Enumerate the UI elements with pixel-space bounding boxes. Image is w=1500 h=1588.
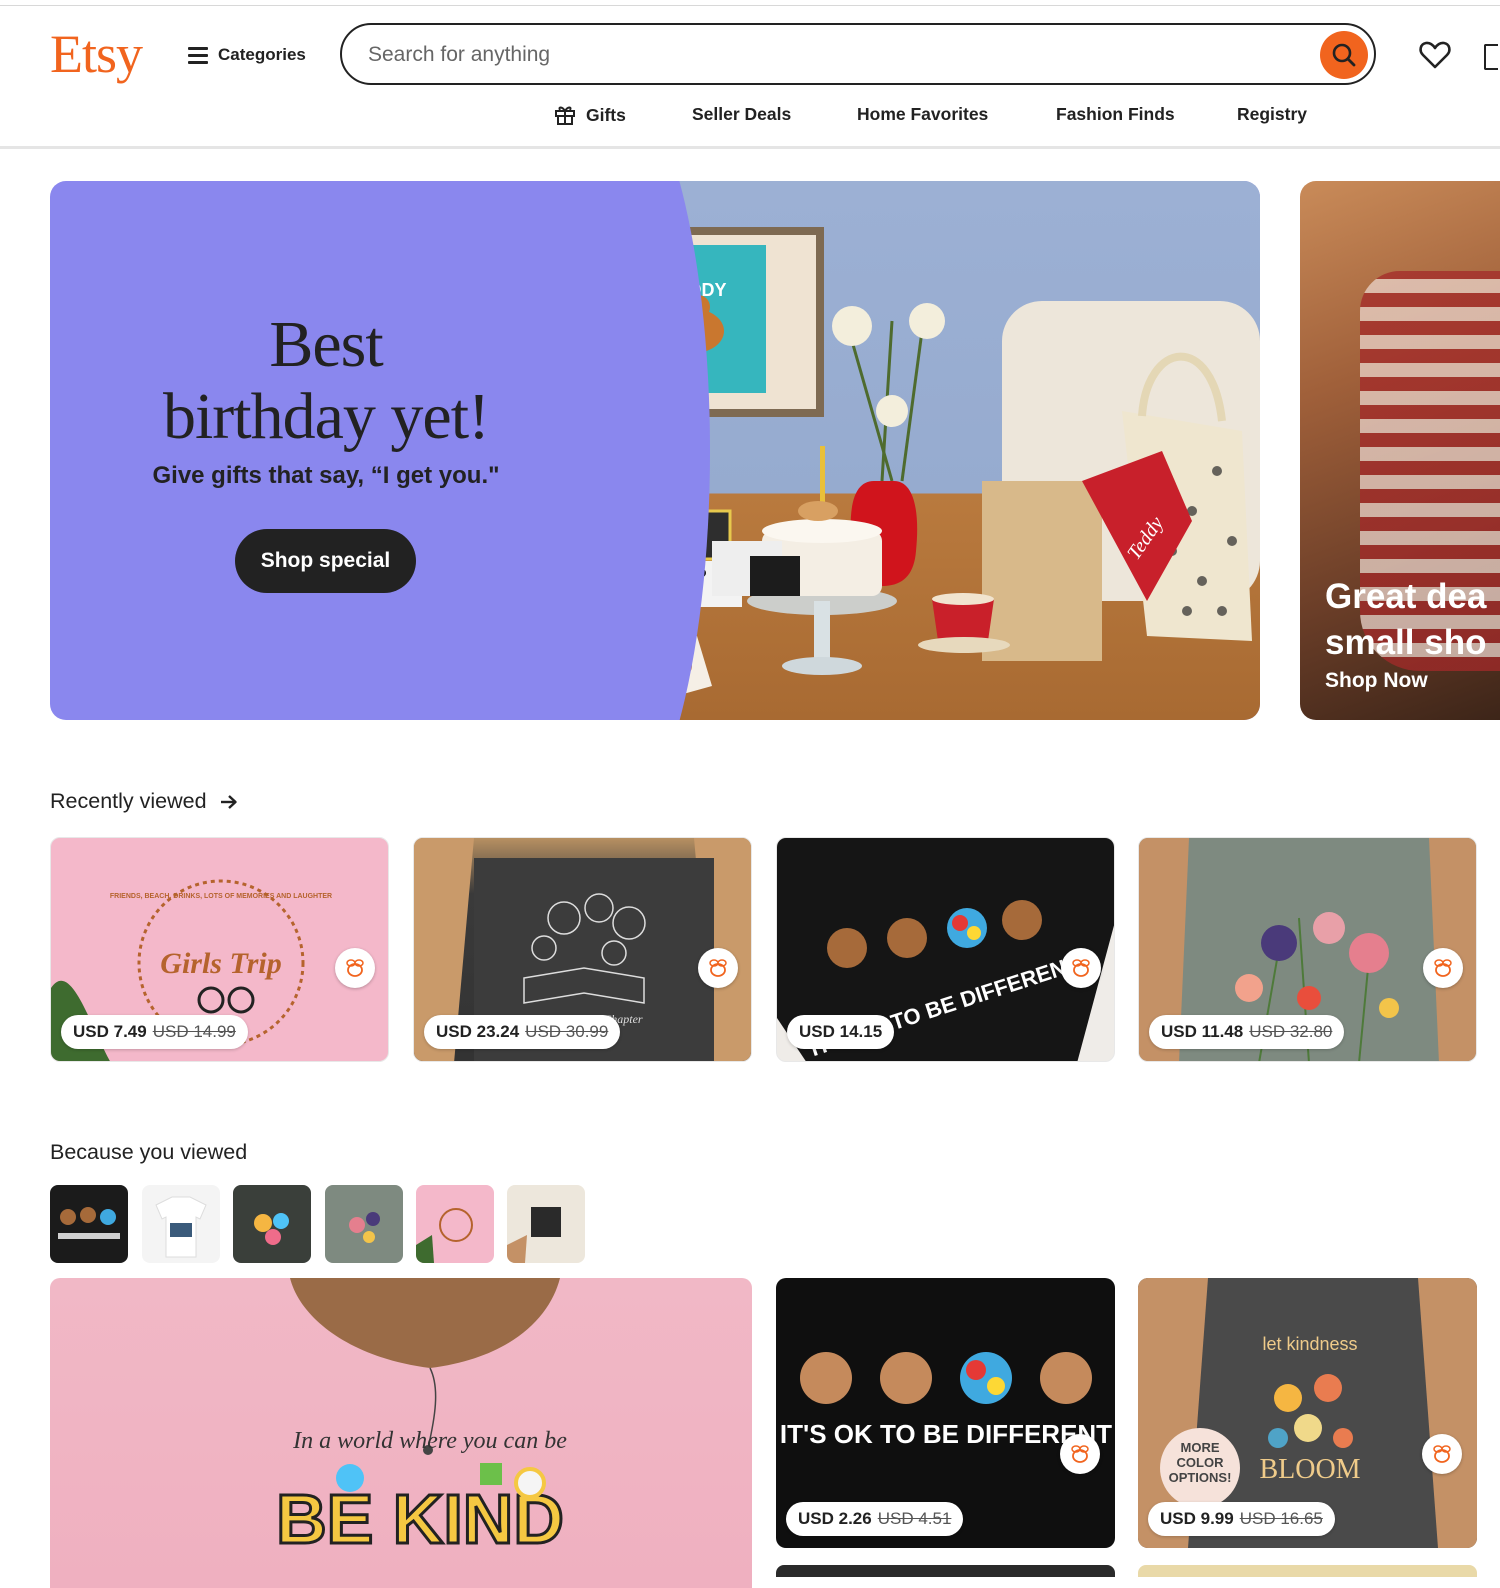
favorites-heart-icon[interactable] — [1418, 38, 1452, 72]
price-tag: USD 2.26 USD 4.51 — [786, 1502, 964, 1536]
recently-viewed-heading[interactable]: Recently viewed — [50, 789, 239, 814]
featured-listing-card[interactable]: In a world where you can be BE KIND — [50, 1278, 752, 1588]
price-tag: USD 7.49 USD 14.99 — [61, 1015, 248, 1049]
price-original: USD 4.51 — [877, 1509, 952, 1528]
listing-art-text-bottom: BLOOM — [1259, 1454, 1360, 1485]
bee-icon[interactable] — [1060, 1434, 1100, 1474]
color-options-badge: MORE COLOR OPTIONS! — [1168, 1440, 1232, 1485]
hero-banner[interactable]: TEDDY Teddy — [50, 181, 1260, 720]
listing-card[interactable]: IT'S OK TO BE DIFFERENT USD 2.26 USD 4.5… — [776, 1278, 1115, 1548]
thumbnail[interactable] — [507, 1185, 585, 1263]
hero-title: Best birthday yet! — [50, 309, 602, 453]
search-input[interactable] — [366, 37, 1310, 73]
bee-icon[interactable] — [698, 948, 738, 988]
nav-home-favorites[interactable]: Home Favorites — [857, 104, 988, 125]
search-button[interactable] — [1320, 31, 1368, 79]
listing-art-ring-text: FRIENDS, BEACH, DRINKS, LOTS OF MEMORIES… — [110, 893, 332, 900]
thumbnail[interactable] — [142, 1185, 220, 1263]
categories-label: Categories — [218, 45, 306, 64]
thumbnail[interactable] — [325, 1185, 403, 1263]
hamburger-menu-icon — [188, 47, 208, 64]
recently-viewed-title: Recently viewed — [50, 789, 207, 813]
etsy-logo[interactable]: Etsy — [50, 26, 143, 82]
price-original: USD 30.99 — [525, 1022, 609, 1041]
featured-art-text-line1: In a world where you can be — [292, 1428, 567, 1454]
price-current: USD 23.24 — [436, 1022, 520, 1041]
next-listing-card-edge[interactable] — [776, 1565, 1115, 1577]
thumbnail[interactable] — [416, 1185, 494, 1263]
browser-top-edge — [0, 0, 1500, 6]
bee-icon[interactable] — [1423, 948, 1463, 988]
listing-card[interactable]: Girls Trip FRIENDS, BEACH, DRINKS, LOTS … — [50, 837, 389, 1062]
listing-card[interactable]: USD 11.48 USD 32.80 — [1138, 837, 1477, 1062]
listing-card[interactable]: Just One More Chapter USD 23.24 USD 30.9… — [413, 837, 752, 1062]
bee-icon[interactable] — [1422, 1434, 1462, 1474]
cart-icon[interactable] — [1484, 44, 1498, 70]
listing-card[interactable]: let kindness BLOOM MORE COLOR OPTIONS! U… — [1138, 1278, 1477, 1548]
listing-art-text: Girls Trip — [160, 947, 281, 980]
shop-now-link[interactable]: Shop Now — [1325, 669, 1428, 693]
price-current: USD 11.48 — [1161, 1022, 1244, 1041]
categories-menu-button[interactable]: Categories — [188, 40, 306, 70]
listing-art-text-top: let kindness — [1262, 1334, 1357, 1354]
price-current: USD 9.99 — [1160, 1509, 1234, 1528]
nav-seller-deals[interactable]: Seller Deals — [692, 104, 791, 125]
hero-title-line1: Best — [269, 308, 383, 381]
listing-card[interactable]: IT'S OK TO BE DIFFERENT USD 14.15 — [776, 837, 1115, 1062]
price-current: USD 2.26 — [798, 1509, 872, 1528]
thumbnail[interactable] — [233, 1185, 311, 1263]
shop-special-button[interactable]: Shop special — [235, 529, 416, 593]
gift-icon — [555, 106, 575, 125]
arrow-right-icon — [220, 794, 237, 809]
because-you-viewed-heading: Because you viewed — [50, 1140, 247, 1165]
nav-gifts-label: Gifts — [586, 104, 626, 125]
secondary-promo-banner[interactable]: Great dea small sho Shop Now — [1300, 181, 1500, 720]
hero-subtitle: Give gifts that say, “I get you." — [152, 462, 500, 489]
because-you-viewed-title: Because you viewed — [50, 1140, 248, 1164]
price-original: USD 14.99 — [152, 1022, 236, 1041]
next-listing-card-edge[interactable] — [1138, 1565, 1477, 1577]
price-tag: USD 23.24 USD 30.99 — [424, 1015, 621, 1049]
promo-title-line1: Great dea — [1325, 577, 1487, 616]
featured-listing-image: In a world where you can be BE KIND — [275, 1278, 567, 1560]
nav-gifts[interactable]: Gifts — [554, 104, 626, 126]
nav-registry[interactable]: Registry — [1237, 104, 1307, 125]
price-tag: USD 11.48 USD 32.80 — [1149, 1015, 1345, 1049]
thumbnail[interactable] — [50, 1185, 128, 1263]
price-tag: USD 14.15 — [787, 1015, 895, 1049]
price-current: USD 7.49 — [73, 1022, 147, 1041]
search-icon — [1332, 43, 1356, 67]
search-bar — [340, 23, 1376, 85]
promo-title-line2: small sho — [1325, 623, 1487, 662]
hero-title-line2: birthday yet! — [162, 380, 490, 453]
price-current: USD 14.15 — [799, 1022, 883, 1041]
price-tag: USD 9.99 USD 16.65 — [1148, 1502, 1335, 1536]
category-subnav: Gifts Seller Deals Home Favorites Fashio… — [0, 104, 1500, 132]
bee-icon[interactable] — [335, 948, 375, 988]
nav-fashion-finds[interactable]: Fashion Finds — [1056, 104, 1175, 125]
promo-title: Great dea small sho — [1325, 574, 1486, 666]
price-original: USD 32.80 — [1249, 1022, 1333, 1041]
bee-icon[interactable] — [1061, 948, 1101, 988]
header-divider — [0, 146, 1500, 149]
price-original: USD 16.65 — [1239, 1509, 1323, 1528]
